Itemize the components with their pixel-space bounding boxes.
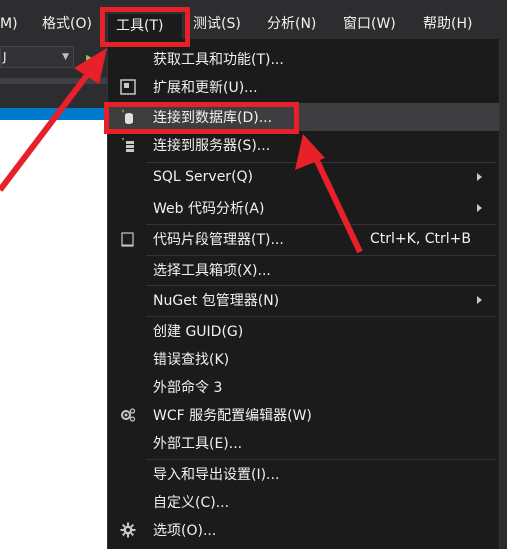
menu-item-label: 外部命令 3 bbox=[153, 380, 223, 396]
server-connect-icon bbox=[122, 138, 134, 152]
menu-item-label: 创建 GUID(G) bbox=[153, 324, 244, 340]
menu-item-label: NuGet 包管理器(N) bbox=[153, 293, 280, 309]
menu-item-test[interactable]: 测试(S) bbox=[193, 12, 241, 36]
menu-item-label: SQL Server(Q) bbox=[153, 169, 254, 185]
visual-studio-window: M) 格式(O) 工具(T) 测试(S) 分析(N) 窗口(W) 帮助(H) J… bbox=[0, 0, 507, 549]
menu-external-command-3[interactable]: 外部命令 3 bbox=[108, 373, 499, 401]
menu-choose-toolbox-items[interactable]: 选择工具箱项(X)... bbox=[108, 256, 499, 284]
menu-code-snippets-manager[interactable]: 代码片段管理器(T)... Ctrl+K, Ctrl+B bbox=[108, 225, 499, 253]
menu-item-help[interactable]: 帮助(H) bbox=[423, 12, 472, 36]
chevron-down-icon: ▼ bbox=[62, 52, 69, 62]
menu-item-shortcut: Ctrl+K, Ctrl+B bbox=[370, 231, 471, 247]
wcf-config-icon bbox=[121, 408, 136, 422]
menu-customize[interactable]: 自定义(C)... bbox=[108, 488, 499, 516]
database-connect-icon bbox=[122, 110, 133, 124]
configuration-value: J bbox=[3, 50, 7, 64]
menu-wcf-service-config-editor[interactable]: WCF 服务配置编辑器(W) bbox=[108, 401, 499, 429]
menu-connect-to-database[interactable]: 连接到数据库(D)... bbox=[108, 103, 499, 131]
menu-item-label: WCF 服务配置编辑器(W) bbox=[153, 408, 312, 424]
toolbar-divider bbox=[0, 78, 120, 84]
menu-extensions-and-updates[interactable]: 扩展和更新(U)... bbox=[108, 73, 499, 101]
menu-connect-to-server[interactable]: 连接到服务器(S)... bbox=[108, 131, 499, 159]
submenu-arrow-icon bbox=[477, 204, 482, 212]
submenu-arrow-icon bbox=[477, 296, 482, 304]
menu-item-label: 连接到服务器(S)... bbox=[153, 138, 271, 154]
document-tab-strip bbox=[0, 108, 110, 120]
menu-item-window[interactable]: 窗口(W) bbox=[343, 12, 396, 36]
menu-item-tools-label: 工具(T) bbox=[116, 18, 164, 34]
menu-item-label: 代码片段管理器(T)... bbox=[153, 232, 284, 248]
editor-pane[interactable] bbox=[0, 120, 110, 549]
menu-item-label: Web 代码分析(A) bbox=[153, 201, 265, 217]
menu-bar: M) 格式(O) 工具(T) 测试(S) 分析(N) 窗口(W) 帮助(H) bbox=[0, 0, 507, 40]
menu-item-analyze[interactable]: 分析(N) bbox=[267, 12, 316, 36]
menu-nuget-package-manager[interactable]: NuGet 包管理器(N) bbox=[108, 286, 499, 314]
menu-item-tools[interactable]: 工具(T) bbox=[107, 13, 183, 40]
snippet-icon bbox=[121, 232, 134, 247]
play-icon[interactable]: ▸ bbox=[86, 50, 92, 64]
extensions-icon bbox=[120, 79, 136, 95]
menu-item-label: 选项(O)... bbox=[153, 523, 217, 539]
gear-icon bbox=[120, 522, 136, 538]
menu-error-lookup[interactable]: 错误查找(K) bbox=[108, 345, 499, 373]
menu-get-tools-and-features[interactable]: 获取工具和功能(T)... bbox=[108, 45, 499, 73]
menu-item-label: 扩展和更新(U)... bbox=[153, 80, 258, 96]
menu-sql-server[interactable]: SQL Server(Q) bbox=[108, 163, 499, 191]
menu-item-label: 自定义(C)... bbox=[153, 495, 230, 511]
menu-item-label: 导入和导出设置(I)... bbox=[153, 467, 280, 483]
menu-item-label: 获取工具和功能(T)... bbox=[153, 52, 284, 68]
menu-item-label: 连接到数据库(D)... bbox=[153, 110, 273, 126]
menu-item-partial[interactable]: M) bbox=[0, 12, 18, 36]
menu-item-label: 外部工具(E)... bbox=[153, 436, 243, 452]
menu-import-export-settings[interactable]: 导入和导出设置(I)... bbox=[108, 460, 499, 488]
menu-item-label: 错误查找(K) bbox=[153, 352, 230, 368]
menu-options[interactable]: 选项(O)... bbox=[108, 516, 499, 544]
menu-external-tools[interactable]: 外部工具(E)... bbox=[108, 429, 499, 457]
submenu-arrow-icon bbox=[477, 173, 482, 181]
menu-create-guid[interactable]: 创建 GUID(G) bbox=[108, 317, 499, 345]
tools-menu-dropdown: 获取工具和功能(T)... 扩展和更新(U)... 连接到数据库(D)... 连… bbox=[107, 39, 500, 549]
menu-item-label: 选择工具箱项(X)... bbox=[153, 263, 271, 279]
configuration-combo[interactable]: J ▼ bbox=[0, 46, 74, 68]
menu-item-format[interactable]: 格式(O) bbox=[42, 12, 92, 36]
menu-web-code-analysis[interactable]: Web 代码分析(A) bbox=[108, 194, 499, 222]
